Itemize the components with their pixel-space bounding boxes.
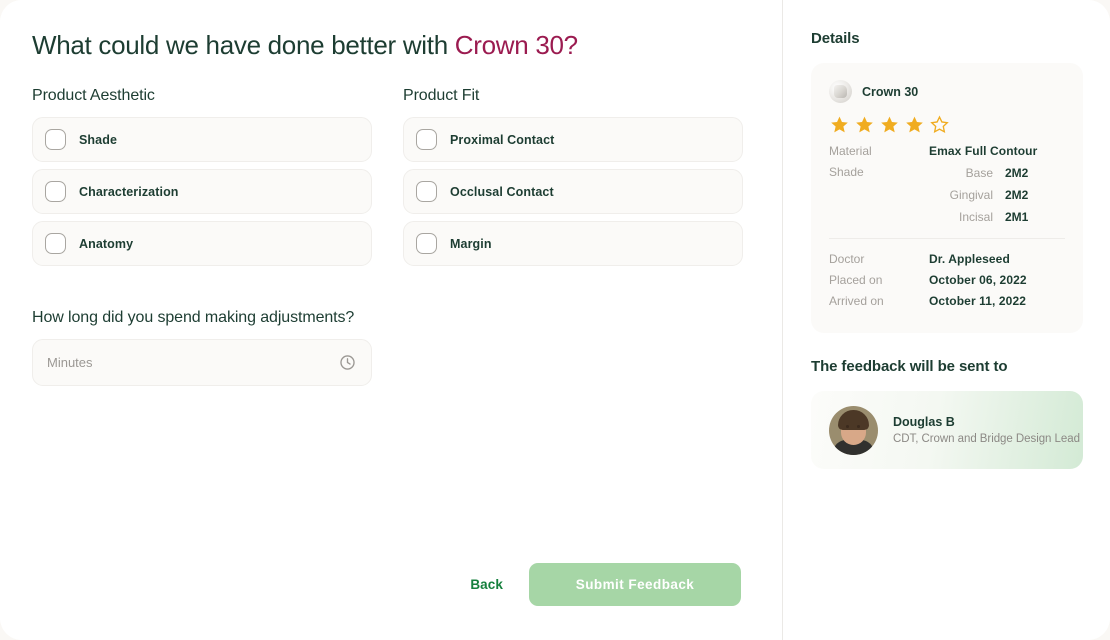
order-details-card: Crown 30 Material Emax Full Contour Shad… — [811, 63, 1083, 333]
checkbox-row-anatomy[interactable]: Anatomy — [32, 221, 372, 267]
detail-key: Doctor — [829, 252, 865, 266]
duration-question: How long did you spend making adjustment… — [32, 309, 355, 327]
details-heading: Details — [811, 30, 860, 47]
shade-key: Gingival — [949, 188, 993, 202]
recipient-card[interactable]: Douglas B CDT, Crown and Bridge Design L… — [811, 391, 1083, 469]
star-filled-icon — [856, 116, 873, 133]
checkbox-label: Margin — [450, 236, 492, 251]
detail-row-doctor: Doctor Dr. Appleseed — [829, 252, 1065, 266]
checkbox-row-characterization[interactable]: Characterization — [32, 169, 372, 215]
shade-value: 2M2 — [1005, 166, 1029, 180]
star-outline-icon — [930, 115, 949, 134]
detail-value: October 11, 2022 — [929, 294, 1026, 308]
recipient-name: Douglas B — [893, 415, 955, 429]
checkbox-row-proximal-contact[interactable]: Proximal Contact — [403, 117, 743, 163]
minutes-placeholder: Minutes — [47, 355, 93, 371]
detail-value: Dr. Appleseed — [929, 252, 1010, 266]
checkbox-icon[interactable] — [416, 129, 437, 151]
feedback-dialog: What could we have done better with Crow… — [0, 0, 1110, 640]
submit-feedback-button[interactable]: Submit Feedback — [529, 563, 741, 606]
checkbox-icon[interactable] — [45, 233, 66, 255]
product-name: Crown 30 — [862, 84, 919, 99]
adjustment-duration-block: How long did you spend making adjustment… — [32, 309, 750, 387]
page-title-product: Crown 30? — [454, 30, 578, 60]
detail-value: October 06, 2022 — [929, 273, 1027, 287]
details-sidebar: Details Crown 30 Material Emax Full Cont… — [783, 0, 1110, 640]
option-columns: Product Aesthetic Shade Characterization… — [32, 87, 750, 273]
checkbox-row-occlusal-contact[interactable]: Occlusal Contact — [403, 169, 743, 215]
recipient-heading: The feedback will be sent to — [811, 358, 1008, 375]
checkbox-label: Shade — [79, 132, 118, 147]
detail-key: Placed on — [829, 273, 883, 287]
avatar-eye — [846, 424, 849, 428]
checkbox-icon[interactable] — [416, 181, 437, 203]
group-label-aesthetic: Product Aesthetic — [32, 87, 155, 105]
page-title-prefix: What could we have done better with — [32, 30, 455, 60]
checkbox-icon[interactable] — [416, 233, 437, 255]
avatar-eye — [857, 424, 860, 428]
shade-row-incisal: Incisal 2M1 — [829, 210, 1065, 224]
recipient-role: CDT, Crown and Bridge Design Lead — [893, 433, 1080, 445]
checkbox-label: Anatomy — [79, 236, 134, 251]
rating-stars — [830, 115, 1065, 134]
minutes-input[interactable]: Minutes — [32, 339, 372, 387]
avatar-hair — [838, 409, 869, 430]
form-footer: Back Submit Feedback — [32, 563, 741, 606]
checkbox-row-shade[interactable]: Shade — [32, 117, 372, 163]
detail-key: Material — [829, 144, 872, 158]
checkbox-row-margin[interactable]: Margin — [403, 221, 743, 267]
checkbox-label: Proximal Contact — [450, 132, 555, 147]
shade-key: Base — [965, 166, 993, 180]
shade-value: 2M2 — [1005, 188, 1029, 202]
detail-key: Shade — [829, 165, 864, 179]
details-divider — [829, 238, 1065, 239]
shade-value: 2M1 — [1005, 210, 1029, 224]
shade-key: Incisal — [958, 210, 993, 224]
product-row: Crown 30 — [829, 80, 1065, 103]
star-filled-icon — [881, 116, 898, 133]
star-filled-icon — [831, 116, 848, 133]
feedback-form-panel: What could we have done better with Crow… — [0, 0, 783, 640]
shade-row-gingival: Gingival 2M2 — [829, 188, 1065, 202]
avatar — [829, 405, 878, 455]
page-title: What could we have done better with Crow… — [32, 30, 750, 61]
detail-key: Arrived on — [829, 294, 884, 308]
group-label-fit: Product Fit — [403, 87, 480, 105]
detail-row-placed-on: Placed on October 06, 2022 — [829, 273, 1065, 287]
recipient-info: Douglas B CDT, Crown and Bridge Design L… — [893, 415, 1080, 445]
checkbox-label: Occlusal Contact — [450, 184, 554, 199]
crown-thumbnail-icon — [829, 80, 852, 103]
detail-row-material: Material Emax Full Contour — [829, 144, 1065, 158]
option-group-product-aesthetic: Product Aesthetic Shade Characterization… — [32, 87, 372, 273]
star-filled-icon — [906, 116, 923, 133]
checkbox-label: Characterization — [79, 184, 179, 199]
detail-value: Emax Full Contour — [929, 144, 1038, 158]
checkbox-icon[interactable] — [45, 129, 66, 151]
back-button[interactable]: Back — [470, 577, 503, 592]
option-group-product-fit: Product Fit Proximal Contact Occlusal Co… — [403, 87, 743, 273]
checkbox-icon[interactable] — [45, 181, 66, 203]
clock-icon — [340, 355, 355, 370]
detail-row-arrived-on: Arrived on October 11, 2022 — [829, 294, 1065, 308]
